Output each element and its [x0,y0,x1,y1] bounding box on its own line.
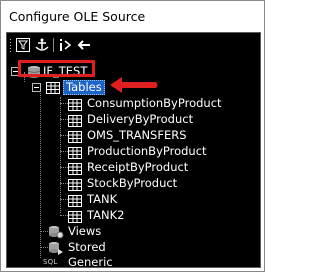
object-tree: IF_TEST Tables ConsumptionByProduct Deliv… [7,33,260,267]
tree-item-table[interactable]: ReceiptByProduct [87,160,188,174]
tree-guide [60,97,61,213]
tree-guide [40,88,41,258]
tree-item-stored[interactable]: Stored [68,240,106,254]
tree-item-table[interactable]: TANK2 [87,208,124,222]
tree-item-table[interactable]: StockByProduct [87,176,177,190]
tree-item-table[interactable]: TANK [87,192,117,206]
tree-item-table[interactable]: DeliveryByProduct [87,112,193,126]
sql-icon: SQL [43,257,67,267]
tables-collapse-toggle[interactable] [32,83,41,92]
tree-item-table[interactable]: ProductionByProduct [87,144,207,158]
tree-item-views[interactable]: Views [68,224,101,238]
tree-item-tables[interactable]: Tables [66,80,102,94]
tree-item-table[interactable]: OMS_TRANSFERS [87,128,187,142]
source-tree-panel: IF_TEST Tables ConsumptionByProduct Deliv… [6,32,261,268]
table-icon [45,80,61,99]
configure-ole-source-window: Configure OLE Source IF_TEST Tables Cons… [0,0,265,272]
tree-item-table[interactable]: ConsumptionByProduct [87,96,222,110]
window-title: Configure OLE Source [9,9,146,24]
title-bar: Configure OLE Source [1,1,264,32]
tree-item-generic[interactable]: Generic [68,255,113,267]
sql-icon-label: SQL [43,258,58,266]
root-highlight-box [18,60,95,77]
